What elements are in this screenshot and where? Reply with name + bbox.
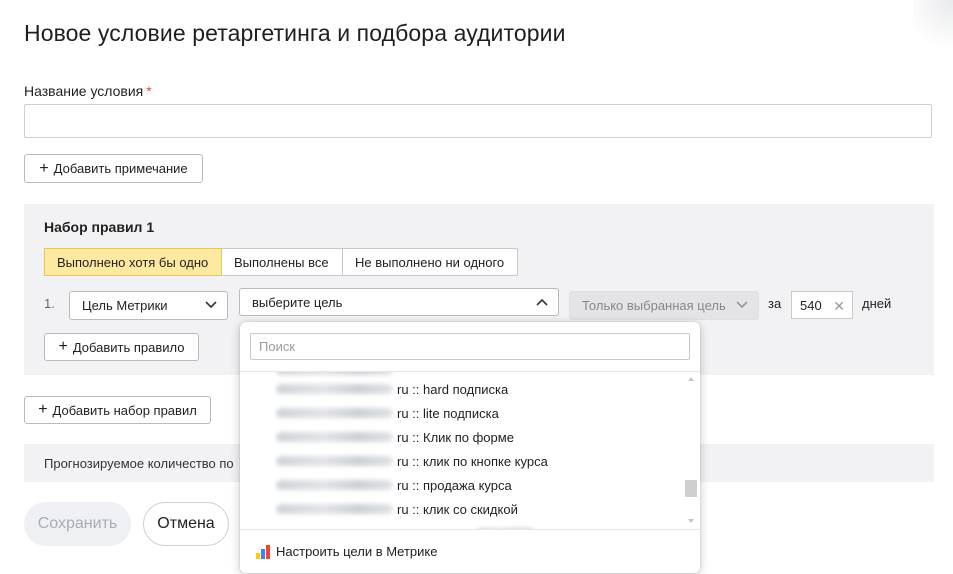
redacted-text — [276, 372, 393, 375]
goal-label: ru :: клик со скидкой — [397, 501, 518, 517]
condition-name-label-text: Название условия — [24, 83, 144, 99]
mode-any-button[interactable]: Выполнено хотя бы одно — [44, 248, 222, 276]
redacted-text — [276, 504, 393, 514]
goal-dropdown: Поиск ru :: hard подписка ru :: lite под… — [240, 322, 700, 573]
scrollbar-thumb[interactable] — [685, 480, 697, 497]
goal-label: ru :: продажа курса — [397, 477, 512, 493]
goal-label: ru :: Клик по форме — [397, 429, 514, 445]
scroll-down-icon[interactable] — [688, 519, 694, 523]
chevron-down-icon — [205, 301, 217, 309]
add-rule-button[interactable]: + Добавить правило — [44, 333, 199, 361]
add-note-label: Добавить примечание — [53, 161, 188, 176]
goal-scope-value: Только выбранная цель — [582, 298, 726, 313]
redacted-text — [276, 480, 393, 490]
goal-select[interactable]: выберите цель — [239, 288, 559, 316]
list-item[interactable]: ru :: клик по кнопке курса — [276, 451, 548, 471]
condition-name-label: Название условия * — [24, 83, 152, 99]
list-item[interactable]: ru :: hard подписка — [276, 379, 508, 399]
ruleset-title: Набор правил 1 — [44, 219, 155, 235]
plus-icon: + — [38, 401, 48, 418]
list-item[interactable]: ru :: lite подписка — [276, 403, 499, 423]
redacted-text — [276, 408, 393, 418]
clear-icon[interactable]: ✕ — [833, 298, 845, 315]
forecast-text: Прогнозируемое количество по — [44, 456, 234, 471]
add-ruleset-label: Добавить набор правил — [52, 402, 197, 418]
add-rule-label: Добавить правило — [72, 339, 185, 355]
required-mark: * — [146, 83, 152, 99]
goal-label: ru :: hard подписка — [397, 381, 509, 397]
cancel-button[interactable]: Отмена — [143, 502, 229, 546]
days-unit: дней — [862, 296, 892, 311]
rule-type-value: Цель Метрики — [82, 298, 168, 313]
condition-name-input[interactable] — [24, 104, 932, 138]
corner-shadow — [913, 0, 953, 60]
goal-dropdown-footer[interactable]: Настроить цели в Метрике — [240, 529, 700, 573]
save-button[interactable]: Сохранить — [24, 502, 131, 546]
ruleset-mode-switch: Выполнено хотя бы одно Выполнены все Не … — [44, 248, 518, 276]
goal-list-scrollbar[interactable] — [684, 373, 698, 527]
add-note-button[interactable]: + Добавить примечание — [24, 154, 203, 183]
goal-label: ru :: клик по кнопке курса — [397, 453, 548, 469]
goal-list: ru :: hard подписка ru :: lite подписка … — [240, 371, 700, 530]
rule-type-select[interactable]: Цель Метрики — [69, 291, 228, 320]
chevron-down-icon — [736, 301, 748, 309]
page-title: Новое условие ретаргетинга и подбора ауд… — [24, 20, 566, 46]
list-item[interactable]: ru :: клик со скидкой — [276, 499, 518, 519]
mode-none-button[interactable]: Не выполнено ни одного — [343, 249, 517, 275]
metrika-icon — [256, 545, 270, 559]
plus-icon: + — [58, 338, 68, 355]
list-item[interactable]: ru :: Клик по форме — [276, 427, 514, 447]
chevron-up-icon — [536, 298, 548, 306]
redacted-text — [276, 384, 393, 394]
rule-number: 1. — [44, 296, 55, 311]
configure-goals-link[interactable]: Настроить цели в Метрике — [276, 544, 438, 559]
plus-icon: + — [39, 159, 49, 177]
period-prefix: за — [768, 296, 782, 311]
goal-search-input[interactable]: Поиск — [250, 333, 690, 360]
list-item[interactable]: ru :: продажа курса — [276, 475, 512, 495]
mode-all-button[interactable]: Выполнены все — [222, 249, 343, 275]
days-value: 540 — [800, 297, 822, 313]
redacted-text — [276, 456, 393, 466]
goal-select-value: выберите цель — [252, 294, 343, 310]
goal-label: ru :: lite подписка — [397, 405, 499, 421]
redacted-text — [276, 432, 393, 442]
scroll-up-icon[interactable] — [688, 377, 694, 381]
days-input[interactable]: 540 ✕ — [791, 291, 853, 319]
add-ruleset-button[interactable]: + Добавить набор правил — [24, 396, 211, 424]
goal-scope-select[interactable]: Только выбранная цель — [569, 291, 759, 320]
